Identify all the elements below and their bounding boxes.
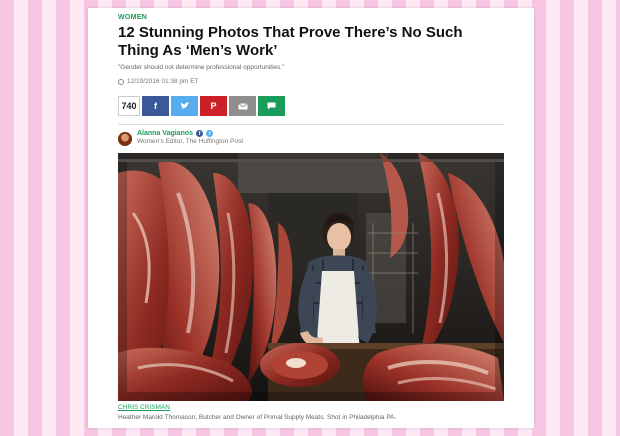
pinterest-icon: P (210, 101, 217, 111)
share-count: 740 (118, 96, 140, 116)
author-name[interactable]: Alanna Vagianos (137, 130, 193, 137)
comment-share-button[interactable] (258, 96, 285, 116)
share-bar: 740 f P (118, 96, 285, 116)
clock-icon (118, 78, 124, 85)
twitter-share-button[interactable] (171, 96, 198, 116)
email-share-button[interactable] (229, 96, 256, 116)
section-label[interactable]: WOMEN (118, 14, 147, 21)
article-photo[interactable] (118, 153, 504, 401)
article-card: WOMEN 12 Stunning Photos That Prove Ther… (88, 8, 534, 428)
author-facebook-icon[interactable]: f (196, 130, 204, 137)
author-twitter-icon[interactable]: t (206, 130, 214, 137)
article-headline: 12 Stunning Photos That Prove There’s No… (118, 24, 463, 59)
article-timestamp: 12/19/2016 01:38 pm ET (118, 78, 199, 85)
photo-caption: Heather Marold Thomason; Butcher and Own… (118, 414, 397, 421)
facebook-icon: f (154, 101, 157, 111)
timestamp-text: 12/19/2016 01:38 pm ET (127, 78, 199, 85)
divider (118, 124, 504, 125)
photo-credit[interactable]: CHRIS CRISMAN (118, 404, 170, 411)
author-avatar[interactable] (118, 132, 132, 146)
butcher-photo-illustration (118, 153, 504, 401)
twitter-icon (180, 102, 189, 109)
facebook-share-button[interactable]: f (142, 96, 169, 116)
pinterest-share-button[interactable]: P (200, 96, 227, 116)
author-role: Women's Editor, The Huffington Post (137, 138, 244, 145)
article-subhead: "Gender should not determine professiona… (118, 64, 285, 71)
comment-icon (267, 102, 276, 110)
email-icon (237, 102, 248, 109)
author-byline: Alanna Vagianos f t Women's Editor, The … (118, 130, 243, 146)
